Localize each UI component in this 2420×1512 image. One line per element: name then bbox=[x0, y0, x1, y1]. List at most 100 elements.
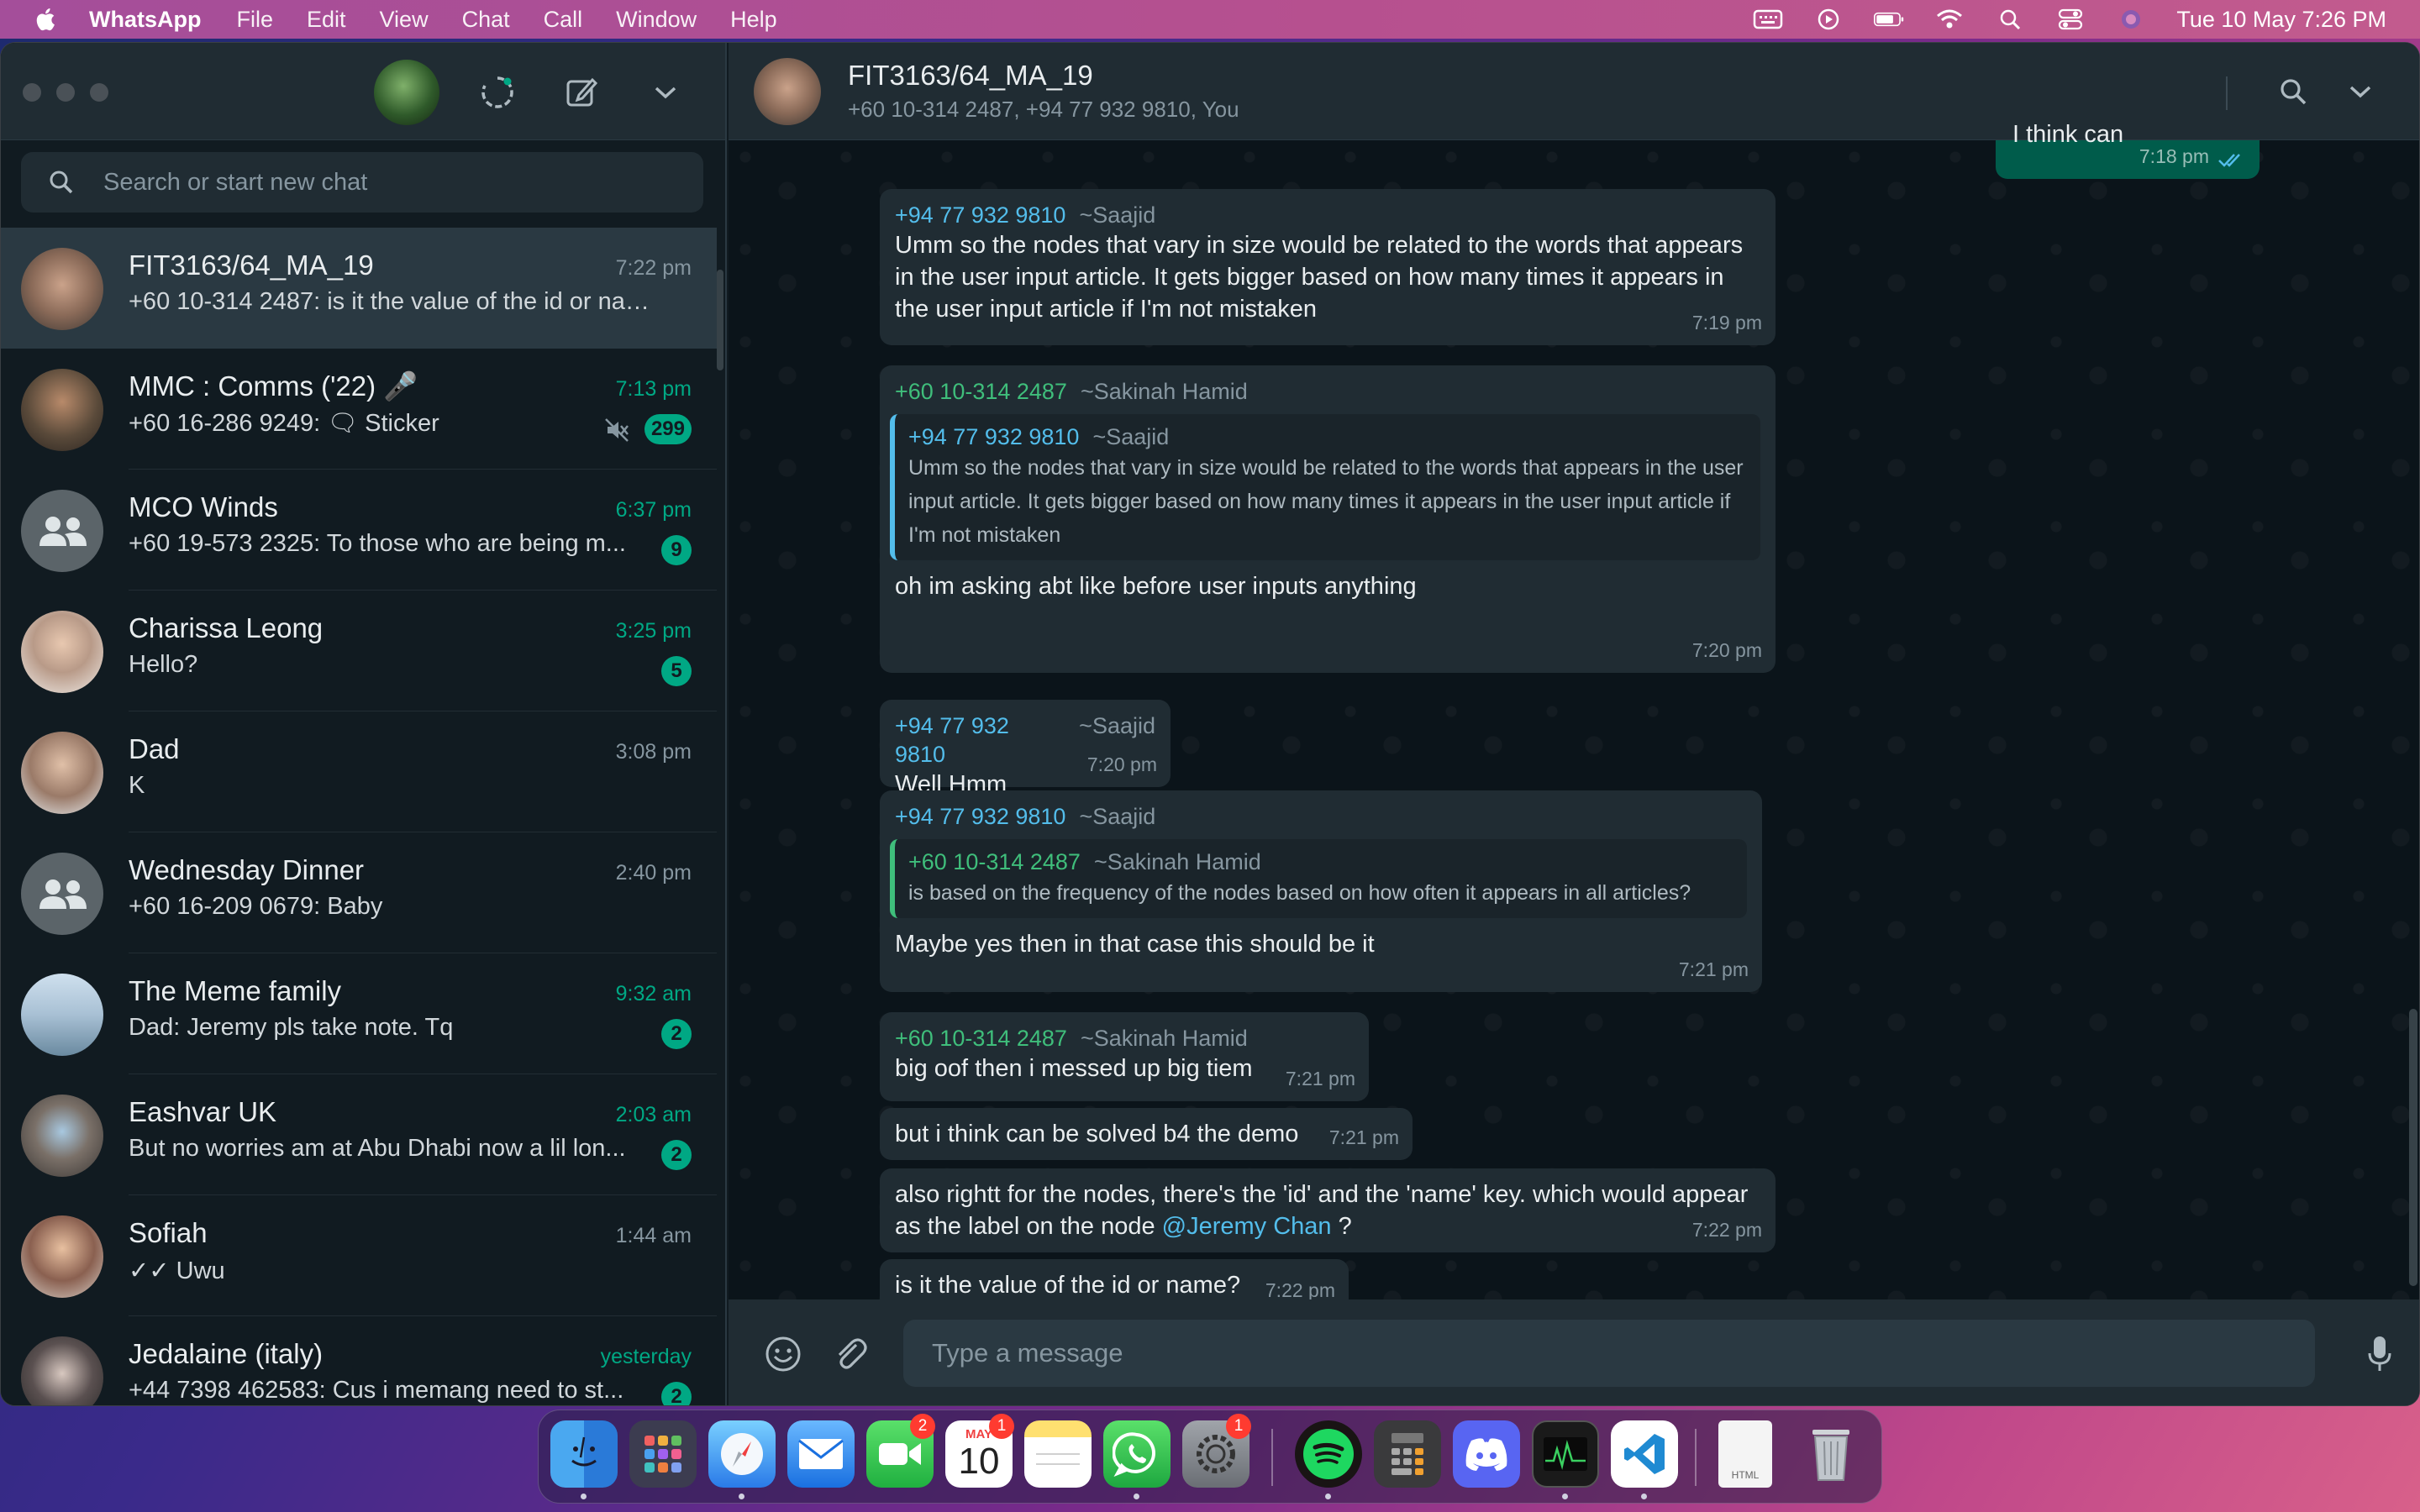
chat-item-wednesday-dinner[interactable]: Wednesday Dinner 2:40 pm +60 16-209 0679… bbox=[1, 832, 717, 953]
chat-item-meme-family[interactable]: The Meme family 9:32 am Dad: Jeremy pls … bbox=[1, 953, 717, 1074]
chat-item-body: Sofiah 1:44 am ✓✓ Uwu bbox=[129, 1195, 717, 1316]
quoted-alias: ~Saajid bbox=[1092, 424, 1170, 449]
sender-phone[interactable]: +94 77 932 9810 bbox=[895, 802, 1065, 831]
sender-phone[interactable]: +60 10-314 2487 bbox=[895, 1024, 1067, 1053]
chat-item-charissa-leong[interactable]: Charissa Leong 3:25 pm Hello? 5 bbox=[1, 591, 717, 711]
message-input[interactable] bbox=[932, 1338, 2315, 1368]
play-status-icon[interactable] bbox=[1813, 8, 1844, 31]
menu-edit[interactable]: Edit bbox=[307, 7, 346, 33]
group-icon bbox=[39, 879, 87, 909]
window-minimize-button[interactable] bbox=[56, 83, 75, 102]
sender-phone[interactable]: +60 10-314 2487 bbox=[895, 377, 1067, 406]
activity-monitor-icon[interactable] bbox=[1532, 1420, 1599, 1488]
chat-item-body: FIT3163/64_MA_19 7:22 pm +60 10-314 2487… bbox=[129, 228, 717, 349]
running-indicator bbox=[739, 1494, 744, 1499]
message-bubble-incoming[interactable]: but i think can be solved b4 the demo 7:… bbox=[880, 1108, 1413, 1160]
chevron-down-icon[interactable] bbox=[2342, 73, 2379, 110]
notes-icon[interactable] bbox=[1024, 1420, 1092, 1488]
avatar bbox=[21, 1336, 103, 1405]
whatsapp-dock-icon[interactable] bbox=[1103, 1420, 1171, 1488]
conversation-scrollbar[interactable] bbox=[2409, 1009, 2417, 1286]
menu-app-name[interactable]: WhatsApp bbox=[89, 7, 201, 33]
message-time: 7:21 pm bbox=[1678, 958, 1749, 980]
message-time: 7:21 pm bbox=[1285, 1068, 1355, 1089]
chat-list-scrollbar[interactable] bbox=[717, 270, 723, 370]
menu-view[interactable]: View bbox=[380, 7, 429, 33]
chat-item-dad[interactable]: Dad 3:08 pm K bbox=[1, 711, 717, 832]
menu-file[interactable]: File bbox=[236, 7, 273, 33]
message-bubble-incoming[interactable]: +94 77 932 9810 ~Saajid Umm so the nodes… bbox=[880, 189, 1776, 345]
launchpad-icon[interactable] bbox=[629, 1420, 697, 1488]
mention-link[interactable]: @Jeremy Chan bbox=[1162, 1213, 1332, 1240]
unread-badge: 2 bbox=[661, 1019, 692, 1049]
conversation-title[interactable]: FIT3163/64_MA_19 bbox=[848, 60, 1093, 92]
spotlight-search-icon[interactable] bbox=[1995, 8, 2025, 31]
message-bubble-incoming[interactable]: +60 10-314 2487 ~Sakinah Hamid big oof t… bbox=[880, 1012, 1369, 1101]
message-sender: +60 10-314 2487 ~Sakinah Hamid bbox=[895, 1024, 1354, 1053]
my-profile-avatar[interactable] bbox=[374, 60, 439, 125]
trash-icon[interactable] bbox=[1797, 1420, 1865, 1488]
chat-item-fit3163[interactable]: FIT3163/64_MA_19 7:22 pm +60 10-314 2487… bbox=[1, 228, 717, 349]
sender-phone[interactable]: +94 77 932 9810 bbox=[895, 201, 1065, 229]
search-messages-icon[interactable] bbox=[2275, 73, 2312, 110]
message-text: Maybe yes then in that case this should … bbox=[895, 931, 1375, 958]
vscode-icon[interactable] bbox=[1611, 1420, 1678, 1488]
mail-icon[interactable] bbox=[787, 1420, 855, 1488]
chevron-down-icon[interactable] bbox=[646, 73, 685, 112]
read-ticks-icon bbox=[2218, 154, 2240, 167]
message-bubble-incoming[interactable]: +94 77 932 9810 ~Saajid Well Hmm 7:20 pm bbox=[880, 700, 1171, 798]
sender-phone[interactable]: +94 77 932 9810 bbox=[895, 711, 1065, 769]
status-icon[interactable] bbox=[478, 73, 517, 112]
conversation-header[interactable]: FIT3163/64_MA_19 +60 10-314 2487, +94 77… bbox=[729, 43, 2419, 140]
quoted-message[interactable]: +60 10-314 2487 ~Sakinah Hamid is based … bbox=[890, 839, 1747, 918]
new-chat-icon[interactable] bbox=[562, 73, 601, 112]
menu-clock[interactable]: Tue 10 May 7:26 PM bbox=[2176, 7, 2386, 33]
quoted-message[interactable]: +94 77 932 9810 ~Saajid Umm so the nodes… bbox=[890, 414, 1760, 560]
keyboard-status-icon[interactable] bbox=[1753, 8, 1783, 31]
battery-icon[interactable] bbox=[1874, 8, 1904, 31]
safari-icon[interactable] bbox=[708, 1420, 776, 1488]
chat-item-mco-winds[interactable]: MCO Winds 6:37 pm +60 19-573 2325: To th… bbox=[1, 470, 717, 591]
search-input[interactable] bbox=[103, 168, 703, 197]
microphone-icon[interactable] bbox=[2359, 1333, 2401, 1375]
chat-item-mmc-comms[interactable]: MMC : Comms ('22) 🎤 7:13 pm +60 16-286 9… bbox=[1, 349, 717, 470]
calculator-icon[interactable] bbox=[1374, 1420, 1441, 1488]
emoji-icon[interactable] bbox=[762, 1333, 804, 1375]
chat-item-eashvar-uk[interactable]: Eashvar UK 2:03 am But no worries am at … bbox=[1, 1074, 717, 1195]
chat-preview: +60 10-314 2487: is it the value of the … bbox=[129, 288, 650, 315]
finder-icon[interactable] bbox=[550, 1420, 618, 1488]
group-icon bbox=[39, 517, 87, 546]
menu-chat[interactable]: Chat bbox=[462, 7, 510, 33]
apple-icon[interactable] bbox=[32, 5, 60, 34]
message-bubble-incoming[interactable]: +94 77 932 9810 ~Saajid +60 10-314 2487 … bbox=[880, 790, 1762, 992]
group-avatar[interactable] bbox=[754, 58, 821, 125]
chat-item-sofiah[interactable]: Sofiah 1:44 am ✓✓ Uwu bbox=[1, 1195, 717, 1316]
chat-time: yesterday bbox=[600, 1345, 692, 1368]
spotify-icon[interactable] bbox=[1295, 1420, 1362, 1488]
chat-item-body: Dad 3:08 pm K bbox=[129, 711, 717, 832]
control-center-icon[interactable] bbox=[2055, 8, 2086, 31]
siri-icon[interactable] bbox=[2116, 8, 2146, 31]
html-file-icon[interactable]: HTML bbox=[1718, 1420, 1772, 1488]
window-close-button[interactable] bbox=[23, 83, 41, 102]
wifi-icon[interactable] bbox=[1934, 8, 1965, 31]
chat-item-jedalaine[interactable]: Jedalaine (italy) yesterday +44 7398 462… bbox=[1, 1316, 717, 1405]
menu-call[interactable]: Call bbox=[544, 7, 583, 33]
chat-name: Wednesday Dinner bbox=[129, 854, 365, 885]
chat-preview: ✓✓ Uwu bbox=[129, 1257, 225, 1284]
chat-time: 3:08 pm bbox=[615, 740, 692, 764]
message-time: 7:19 pm bbox=[1691, 312, 1762, 333]
unread-badge: 9 bbox=[661, 535, 692, 565]
message-bubble-incoming[interactable]: also rightt for the nodes, there's the '… bbox=[880, 1168, 1776, 1252]
message-bubble-incoming[interactable]: +60 10-314 2487 ~Sakinah Hamid +94 77 93… bbox=[880, 365, 1776, 673]
menu-window[interactable]: Window bbox=[616, 7, 697, 33]
message-text: Umm so the nodes that vary in size would… bbox=[895, 232, 1744, 323]
menu-help[interactable]: Help bbox=[730, 7, 777, 33]
message-text: but i think can be solved b4 the demo bbox=[895, 1121, 1299, 1147]
discord-icon[interactable] bbox=[1453, 1420, 1520, 1488]
message-bubble-outgoing[interactable]: I think can 7:18 pm bbox=[1996, 121, 2260, 179]
message-sender: +94 77 932 9810 ~Saajid bbox=[895, 201, 1760, 229]
attach-icon[interactable] bbox=[829, 1333, 871, 1375]
window-zoom-button[interactable] bbox=[90, 83, 108, 102]
message-sender: +94 77 932 9810 ~Saajid bbox=[890, 802, 1747, 831]
